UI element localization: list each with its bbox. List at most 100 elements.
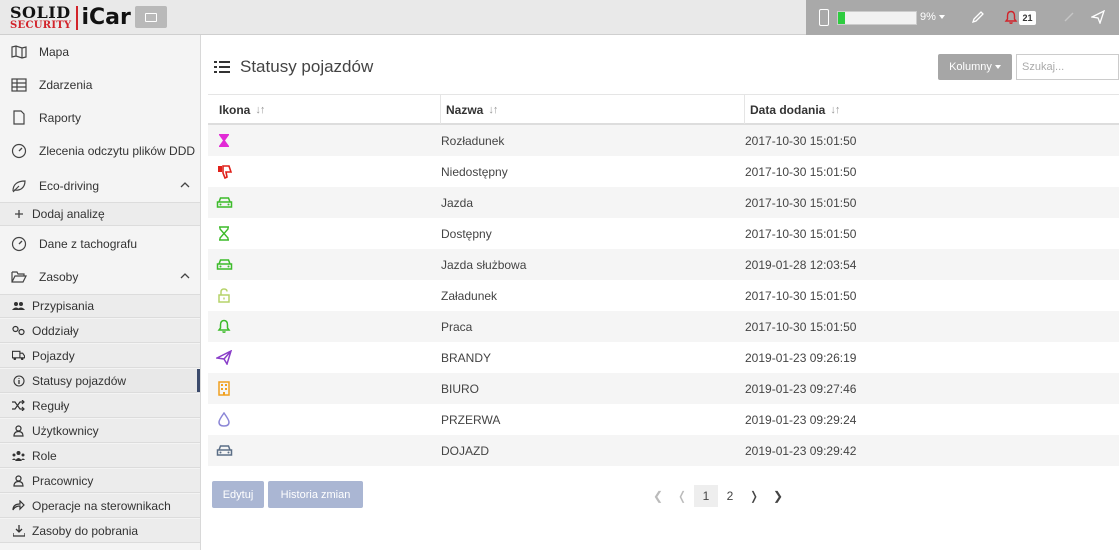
info-icon bbox=[12, 374, 25, 387]
table-row[interactable]: PRZERWA 2019-01-23 09:29:24 bbox=[208, 404, 1119, 435]
send-icon[interactable] bbox=[1091, 10, 1105, 24]
caret-down-icon bbox=[938, 15, 945, 20]
sidebar-item-przypisania[interactable]: Przypisania bbox=[0, 294, 200, 318]
sidebar-item-zdarzenia[interactable]: Zdarzenia bbox=[0, 68, 200, 101]
sidebar-item-label: Pojazdy bbox=[32, 348, 75, 363]
sidebar-item-operacje-sterowniki[interactable]: Operacje na sterownikach bbox=[0, 494, 200, 518]
pencil-icon[interactable] bbox=[971, 10, 985, 24]
table-row[interactable]: Rozładunek 2017-10-30 15:01:50 bbox=[208, 125, 1119, 156]
unlock-icon bbox=[218, 288, 230, 303]
sidebar-item-label: Eco-driving bbox=[39, 178, 100, 193]
status-name: Jazda bbox=[441, 195, 474, 210]
sidebar-item-raporty[interactable]: Raporty bbox=[0, 101, 200, 134]
column-header-icon[interactable]: Ikona ↓↑ bbox=[214, 95, 440, 124]
sort-icon: ↓↑ bbox=[488, 103, 498, 116]
storage-dropdown[interactable]: 9% bbox=[920, 11, 945, 23]
chevron-up-icon bbox=[180, 273, 190, 279]
column-header-label: Nazwa bbox=[446, 102, 484, 117]
status-date: 2019-01-23 09:27:46 bbox=[745, 381, 857, 396]
edit-button[interactable]: Edytuj bbox=[212, 481, 264, 508]
table-row[interactable]: Niedostępny 2017-10-30 15:01:50 bbox=[208, 156, 1119, 187]
storage-percent: 9% bbox=[920, 11, 936, 23]
sidebar-item-statusy-pojazdow[interactable]: Statusy pojazdów bbox=[0, 369, 200, 393]
sidebar-item-zasoby[interactable]: Zasoby bbox=[0, 260, 200, 293]
page-2-button[interactable]: 2 bbox=[718, 489, 742, 503]
column-header-name[interactable]: Nazwa ↓↑ bbox=[441, 95, 744, 124]
page-header: Statusy pojazdów bbox=[214, 57, 373, 77]
table-row[interactable]: BIURO 2019-01-23 09:27:46 bbox=[208, 373, 1119, 404]
sidebar-item-zlecenia-ddd[interactable]: Zlecenia odczytu plików DDD bbox=[0, 134, 200, 167]
search-input[interactable] bbox=[1016, 54, 1119, 80]
status-name: BIURO bbox=[441, 381, 480, 396]
sidebar-item-label: Mapa bbox=[39, 44, 70, 59]
sidebar-item-pracownicy[interactable]: Pracownicy bbox=[0, 469, 200, 493]
sidebar-item-zasoby-do-pobrania[interactable]: Zasoby do pobrania bbox=[0, 519, 200, 543]
thumbs-down-icon bbox=[217, 164, 232, 179]
column-header-label: Ikona bbox=[219, 102, 251, 117]
truck-icon bbox=[12, 349, 25, 362]
storage-progress-fill bbox=[838, 12, 846, 24]
sidebar-item-label: Raporty bbox=[39, 110, 82, 125]
history-button[interactable]: Historia zmian bbox=[268, 481, 363, 508]
sidebar-item-dodaj-analize[interactable]: Dodaj analizę bbox=[0, 202, 200, 226]
table-row[interactable]: DOJAZD 2019-01-23 09:29:42 bbox=[208, 435, 1119, 466]
logo-separator bbox=[75, 5, 78, 30]
sidebar-item-uzytkownicy[interactable]: Użytkownicy bbox=[0, 419, 200, 443]
prev-page-button[interactable]: ❬ bbox=[670, 489, 694, 503]
leaf-icon bbox=[10, 177, 28, 195]
status-date: 2017-10-30 15:01:50 bbox=[745, 195, 857, 210]
notifications-badge: 21 bbox=[1019, 11, 1036, 25]
status-icon-cell bbox=[212, 249, 236, 280]
storage-progress bbox=[837, 11, 917, 25]
next-page-button[interactable]: ❭ bbox=[742, 489, 766, 503]
logo[interactable]: SOLID SECURITY iCar bbox=[10, 4, 131, 31]
page-1-button[interactable]: 1 bbox=[694, 485, 718, 507]
status-name: DOJAZD bbox=[441, 443, 489, 458]
sidebar-item-eco-driving[interactable]: Eco-driving bbox=[0, 169, 200, 202]
menu-toggle-button[interactable] bbox=[135, 6, 167, 28]
tint-icon bbox=[218, 412, 230, 427]
table-row[interactable]: Praca 2017-10-30 15:01:50 bbox=[208, 311, 1119, 342]
bell-icon[interactable] bbox=[1004, 10, 1018, 25]
sidebar-item-label: Użytkownicy bbox=[32, 423, 99, 438]
car-icon bbox=[216, 197, 232, 208]
active-indicator bbox=[197, 369, 200, 392]
sidebar-item-label: Zasoby bbox=[39, 269, 79, 284]
sidebar-item-label: Dodaj analizę bbox=[32, 207, 105, 221]
sidebar-item-label: Dane z tachografu bbox=[39, 236, 138, 251]
sidebar-item-reguly[interactable]: Reguły bbox=[0, 394, 200, 418]
table-row[interactable]: BRANDY 2019-01-23 09:26:19 bbox=[208, 342, 1119, 373]
status-icon-cell bbox=[212, 125, 236, 156]
status-name: Dostępny bbox=[441, 226, 492, 241]
status-name: BRANDY bbox=[441, 350, 492, 365]
sidebar-item-label: Statusy pojazdów bbox=[32, 373, 127, 388]
settings-icon[interactable] bbox=[1063, 11, 1075, 23]
table-row[interactable]: Załadunek 2017-10-30 15:01:50 bbox=[208, 280, 1119, 311]
first-page-button[interactable]: ❮ bbox=[646, 489, 670, 503]
table-row[interactable]: Jazda służbowa 2019-01-28 12:03:54 bbox=[208, 249, 1119, 280]
last-page-button[interactable]: ❯ bbox=[766, 489, 790, 503]
sidebar-item-role[interactable]: Role bbox=[0, 444, 200, 468]
sidebar-item-label: Zdarzenia bbox=[39, 77, 93, 92]
sidebar-item-dane-tachografu[interactable]: Dane z tachografu bbox=[0, 227, 200, 260]
status-date: 2017-10-30 15:01:50 bbox=[745, 226, 857, 241]
phone-icon bbox=[819, 9, 829, 26]
menu-toggle-icon bbox=[145, 12, 157, 22]
sidebar-item-mapa[interactable]: Mapa bbox=[0, 35, 200, 68]
sidebar: Mapa Zdarzenia Raporty Zlecenia odczytu … bbox=[0, 35, 201, 550]
status-date: 2017-10-30 15:01:50 bbox=[745, 164, 857, 179]
sidebar-item-label: Role bbox=[32, 448, 57, 463]
table-row[interactable]: Dostępny 2017-10-30 15:01:50 bbox=[208, 218, 1119, 249]
shuffle-icon bbox=[12, 399, 25, 412]
table-row[interactable]: Jazda 2017-10-30 15:01:50 bbox=[208, 187, 1119, 218]
column-header-date[interactable]: Data dodania ↓↑ bbox=[745, 95, 1115, 124]
hourglass-icon bbox=[219, 134, 229, 147]
sidebar-item-oddzialy[interactable]: Oddziały bbox=[0, 319, 200, 343]
columns-button[interactable]: Kolumny bbox=[938, 54, 1012, 80]
download-icon bbox=[12, 524, 25, 537]
logo-bottom-text: SECURITY bbox=[10, 19, 72, 31]
sidebar-item-pojazdy[interactable]: Pojazdy bbox=[0, 344, 200, 368]
statuses-table: Ikona ↓↑ Nazwa ↓↑ Data dodania ↓↑ Rozładune… bbox=[208, 94, 1119, 466]
status-icon-cell bbox=[212, 218, 236, 249]
columns-button-label: Kolumny bbox=[949, 61, 992, 73]
